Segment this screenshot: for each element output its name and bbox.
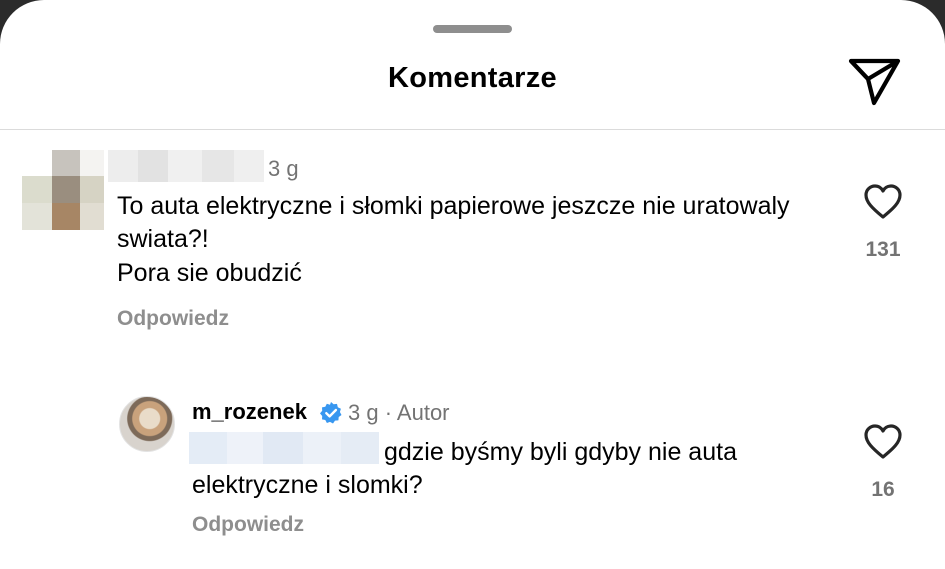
comment-text-continued: Pora sie obudzić xyxy=(117,259,302,287)
like-count: 131 xyxy=(865,238,901,261)
reply-button[interactable]: Odpowiedz xyxy=(117,307,229,331)
comment-meta: 3 g · Autor xyxy=(348,400,450,425)
sheet-drag-handle[interactable] xyxy=(433,25,512,33)
verified-badge-icon xyxy=(320,402,342,424)
avatar[interactable] xyxy=(22,150,104,230)
comment-text: gdzie byśmy byli gdyby nie auta elektryc… xyxy=(192,438,737,499)
comment-time: 3 g xyxy=(268,156,299,181)
header-divider xyxy=(0,129,945,130)
page-title: Komentarze xyxy=(388,62,557,94)
heart-icon[interactable] xyxy=(864,424,902,460)
send-icon[interactable] xyxy=(848,56,902,108)
heart-icon[interactable] xyxy=(864,184,902,220)
username[interactable]: m_rozenek xyxy=(192,399,307,425)
comment-text: To auta elektryczne i słomki papierowe j… xyxy=(117,192,790,253)
reply-button[interactable]: Odpowiedz xyxy=(192,513,304,537)
comments-sheet: Komentarze 3 g To auta elektryczne i sło… xyxy=(0,0,945,569)
obscured-username[interactable] xyxy=(108,150,264,182)
like-count: 16 xyxy=(871,478,895,501)
avatar[interactable] xyxy=(119,396,175,452)
